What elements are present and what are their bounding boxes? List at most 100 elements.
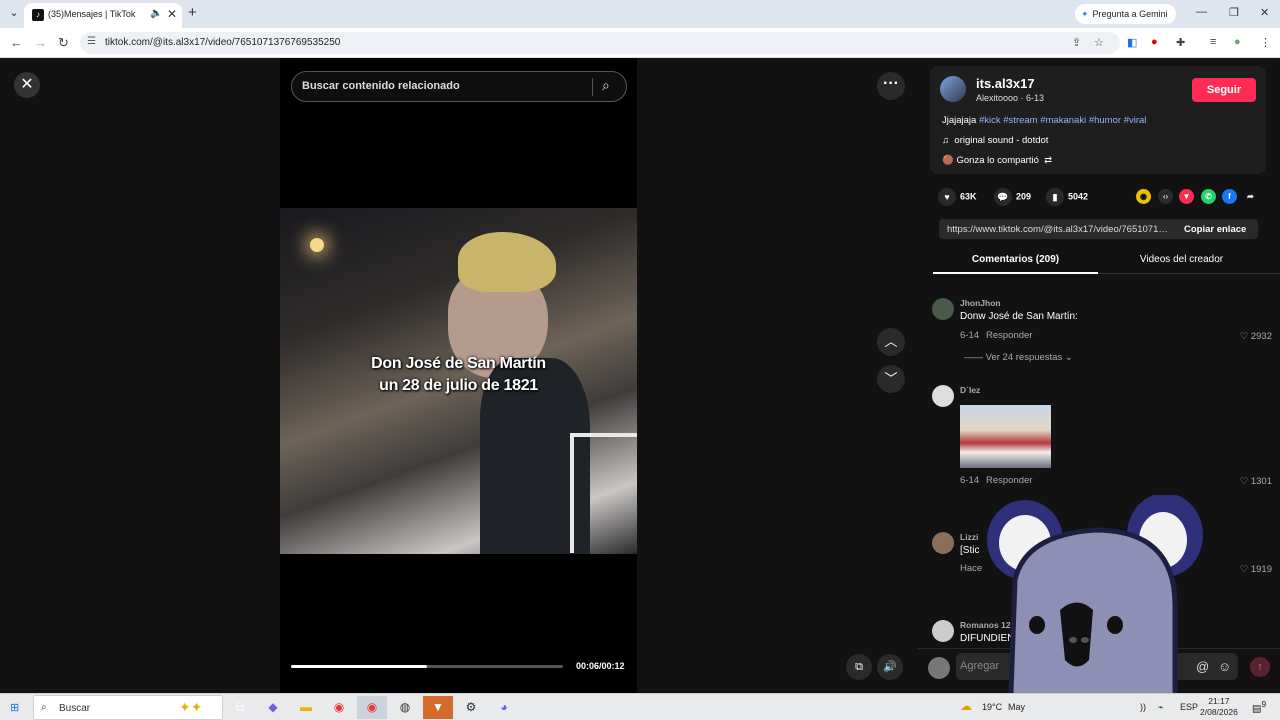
video-description: Jjajajaja #kick #stream #makanaki #humor…	[942, 115, 1146, 126]
comment-user[interactable]: Lizzi	[960, 532, 978, 542]
close-window-icon[interactable]: ✕	[1260, 6, 1269, 19]
file-explorer-icon[interactable]: ▬	[291, 696, 321, 719]
chrome-menu-icon[interactable]: ⋮	[1260, 36, 1271, 49]
notifications-icon[interactable]: ▤9	[1252, 699, 1266, 714]
railing	[570, 433, 637, 553]
send-to-friend-icon[interactable]: ▼	[1179, 189, 1194, 204]
opera-extension-icon[interactable]: ●	[1151, 36, 1158, 48]
gemini-button[interactable]: ✦ Pregunta a Gemini	[1075, 4, 1176, 24]
site-info-icon[interactable]: ☰	[87, 36, 96, 47]
copilot-icon[interactable]: ◆	[258, 696, 288, 719]
sharer-name[interactable]: Gonza	[956, 155, 984, 166]
shared-label: lo compartió	[987, 155, 1039, 166]
taskbar-search-label: Buscar	[59, 703, 91, 714]
hashtag-link[interactable]: #humor	[1089, 115, 1121, 126]
follow-button[interactable]: Seguir	[1192, 78, 1256, 102]
author-avatar[interactable]	[940, 76, 966, 102]
save-button[interactable]: ▮ 5042	[1046, 188, 1088, 206]
reply-button[interactable]: Responder	[986, 475, 1032, 486]
video-player[interactable]: Don José de San Martín un 28 de julio de…	[280, 58, 637, 693]
share-more-icon[interactable]: ➦	[1243, 189, 1258, 204]
comment-like[interactable]: ♡ 2932	[1240, 331, 1272, 342]
chrome-active-icon[interactable]: ◉	[357, 696, 387, 719]
search-icon[interactable]: ⌕	[602, 77, 610, 94]
forward-icon[interactable]: →	[34, 35, 47, 50]
tab-creator-videos[interactable]: Videos del creador	[1099, 254, 1264, 265]
comment-user[interactable]: D`Iez	[960, 385, 980, 395]
video-progress-bar[interactable]	[291, 665, 563, 668]
related-search-box[interactable]: Buscar contenido relacionado ⌕	[291, 71, 627, 102]
author-handle[interactable]: its.al3x17	[976, 76, 1035, 91]
bookmark-star-icon[interactable]: ☆	[1094, 36, 1104, 49]
comment-user[interactable]: JhonJhon	[960, 298, 1001, 308]
minimize-icon[interactable]: —	[1196, 6, 1207, 18]
comment-image[interactable]	[960, 405, 1051, 468]
windows-start-icon[interactable]: ⊞	[10, 701, 19, 714]
avatar[interactable]	[932, 620, 954, 642]
send-comment-button[interactable]: ↑	[1250, 657, 1270, 677]
address-bar[interactable]: ☰ tiktok.com/@its.al3x17/video/765107137…	[80, 32, 1120, 54]
volume-icon[interactable]: 🔊	[877, 654, 903, 680]
media-control-icon[interactable]: ≡	[1210, 36, 1216, 48]
translate-icon[interactable]: ◧	[1127, 36, 1137, 49]
comment-like[interactable]: ♡ 1919	[1240, 564, 1272, 575]
avatar[interactable]	[932, 298, 954, 320]
previous-video-button[interactable]: ︿	[877, 328, 905, 356]
share-link[interactable]: https://www.tiktok.com/@its.al3x17/video…	[947, 224, 1173, 235]
weather-extra: May	[1008, 702, 1026, 712]
next-video-button[interactable]: ﹀	[877, 365, 905, 393]
hashtag-link[interactable]: #makanaki	[1040, 115, 1086, 126]
floating-player-icon[interactable]: ⧉	[846, 654, 872, 680]
view-replies[interactable]: —— Ver 24 respuestas ⌄	[964, 352, 1073, 363]
clock[interactable]: 21:17 2/08/2026	[1200, 696, 1238, 718]
profile-avatar-icon[interactable]: ●	[1234, 36, 1241, 48]
avatar[interactable]	[932, 385, 954, 407]
discord-icon[interactable]: ◕	[489, 696, 519, 719]
tab-title: (35)Mensajes | TikTok	[48, 9, 136, 19]
hashtag-link[interactable]: #stream	[1003, 115, 1037, 126]
task-view-icon[interactable]: ⧉	[225, 696, 255, 719]
app-icon[interactable]: ◍	[390, 696, 420, 719]
tab-search-icon[interactable]: ⌄	[6, 5, 22, 21]
audio-playing-icon[interactable]: 🔈	[150, 8, 162, 19]
sound-link[interactable]: ♫ original sound - dotdot	[942, 135, 1048, 146]
heart-outline-icon: ♡	[1239, 564, 1249, 575]
install-app-icon[interactable]: ⇪	[1072, 36, 1081, 49]
reply-button[interactable]: Responder	[986, 330, 1032, 341]
app-icon[interactable]: ▼	[423, 696, 453, 719]
volume-icon[interactable]: ))	[1140, 702, 1146, 712]
language-indicator[interactable]: ESP	[1180, 702, 1198, 712]
steam-icon[interactable]: ⚙	[456, 696, 486, 719]
video-frame[interactable]: Don José de San Martín un 28 de julio de…	[280, 208, 637, 554]
new-tab-button[interactable]: +	[188, 4, 197, 21]
hashtag-link[interactable]: #kick	[979, 115, 1001, 126]
extensions-icon[interactable]: ✚	[1176, 36, 1185, 49]
chrome-icon[interactable]: ◉	[324, 696, 354, 719]
whatsapp-icon[interactable]: ✆	[1201, 189, 1216, 204]
tab-comments[interactable]: Comentarios (209)	[933, 248, 1098, 274]
comment-icon: 💬	[994, 188, 1012, 206]
browser-tab[interactable]: ♪ (35)Mensajes | TikTok 🔈 ✕	[24, 3, 182, 28]
comment-like-count: 1919	[1250, 564, 1272, 575]
comment-like[interactable]: ♡ 1301	[1240, 476, 1272, 487]
network-icon[interactable]: ⌁	[1158, 702, 1163, 713]
emoji-icon[interactable]: ☺	[1218, 659, 1231, 674]
facebook-icon[interactable]: f	[1222, 189, 1237, 204]
like-button[interactable]: ♥ 63K	[938, 188, 977, 206]
coin-icon[interactable]: ◉	[1136, 189, 1151, 204]
comment-button[interactable]: 💬 209	[994, 188, 1031, 206]
hashtag-link[interactable]: #viral	[1124, 115, 1147, 126]
search-divider	[592, 78, 593, 96]
restore-icon[interactable]: ❐	[1229, 6, 1239, 19]
copy-link-button[interactable]: Copiar enlace	[1184, 224, 1246, 235]
avatar[interactable]	[932, 532, 954, 554]
reload-icon[interactable]: ↻	[58, 35, 69, 51]
close-tab-icon[interactable]: ✕	[167, 7, 177, 21]
back-icon[interactable]: ←	[10, 35, 23, 50]
embed-icon[interactable]: ‹›	[1158, 189, 1173, 204]
weather-temp[interactable]: 19°C	[982, 702, 1002, 712]
close-player-button[interactable]: ✕	[14, 72, 40, 98]
taskbar-search[interactable]: ⌕ Buscar ✦✦	[33, 695, 223, 720]
more-options-button[interactable]: ···	[877, 72, 905, 100]
search-icon: ⌕	[41, 702, 47, 713]
